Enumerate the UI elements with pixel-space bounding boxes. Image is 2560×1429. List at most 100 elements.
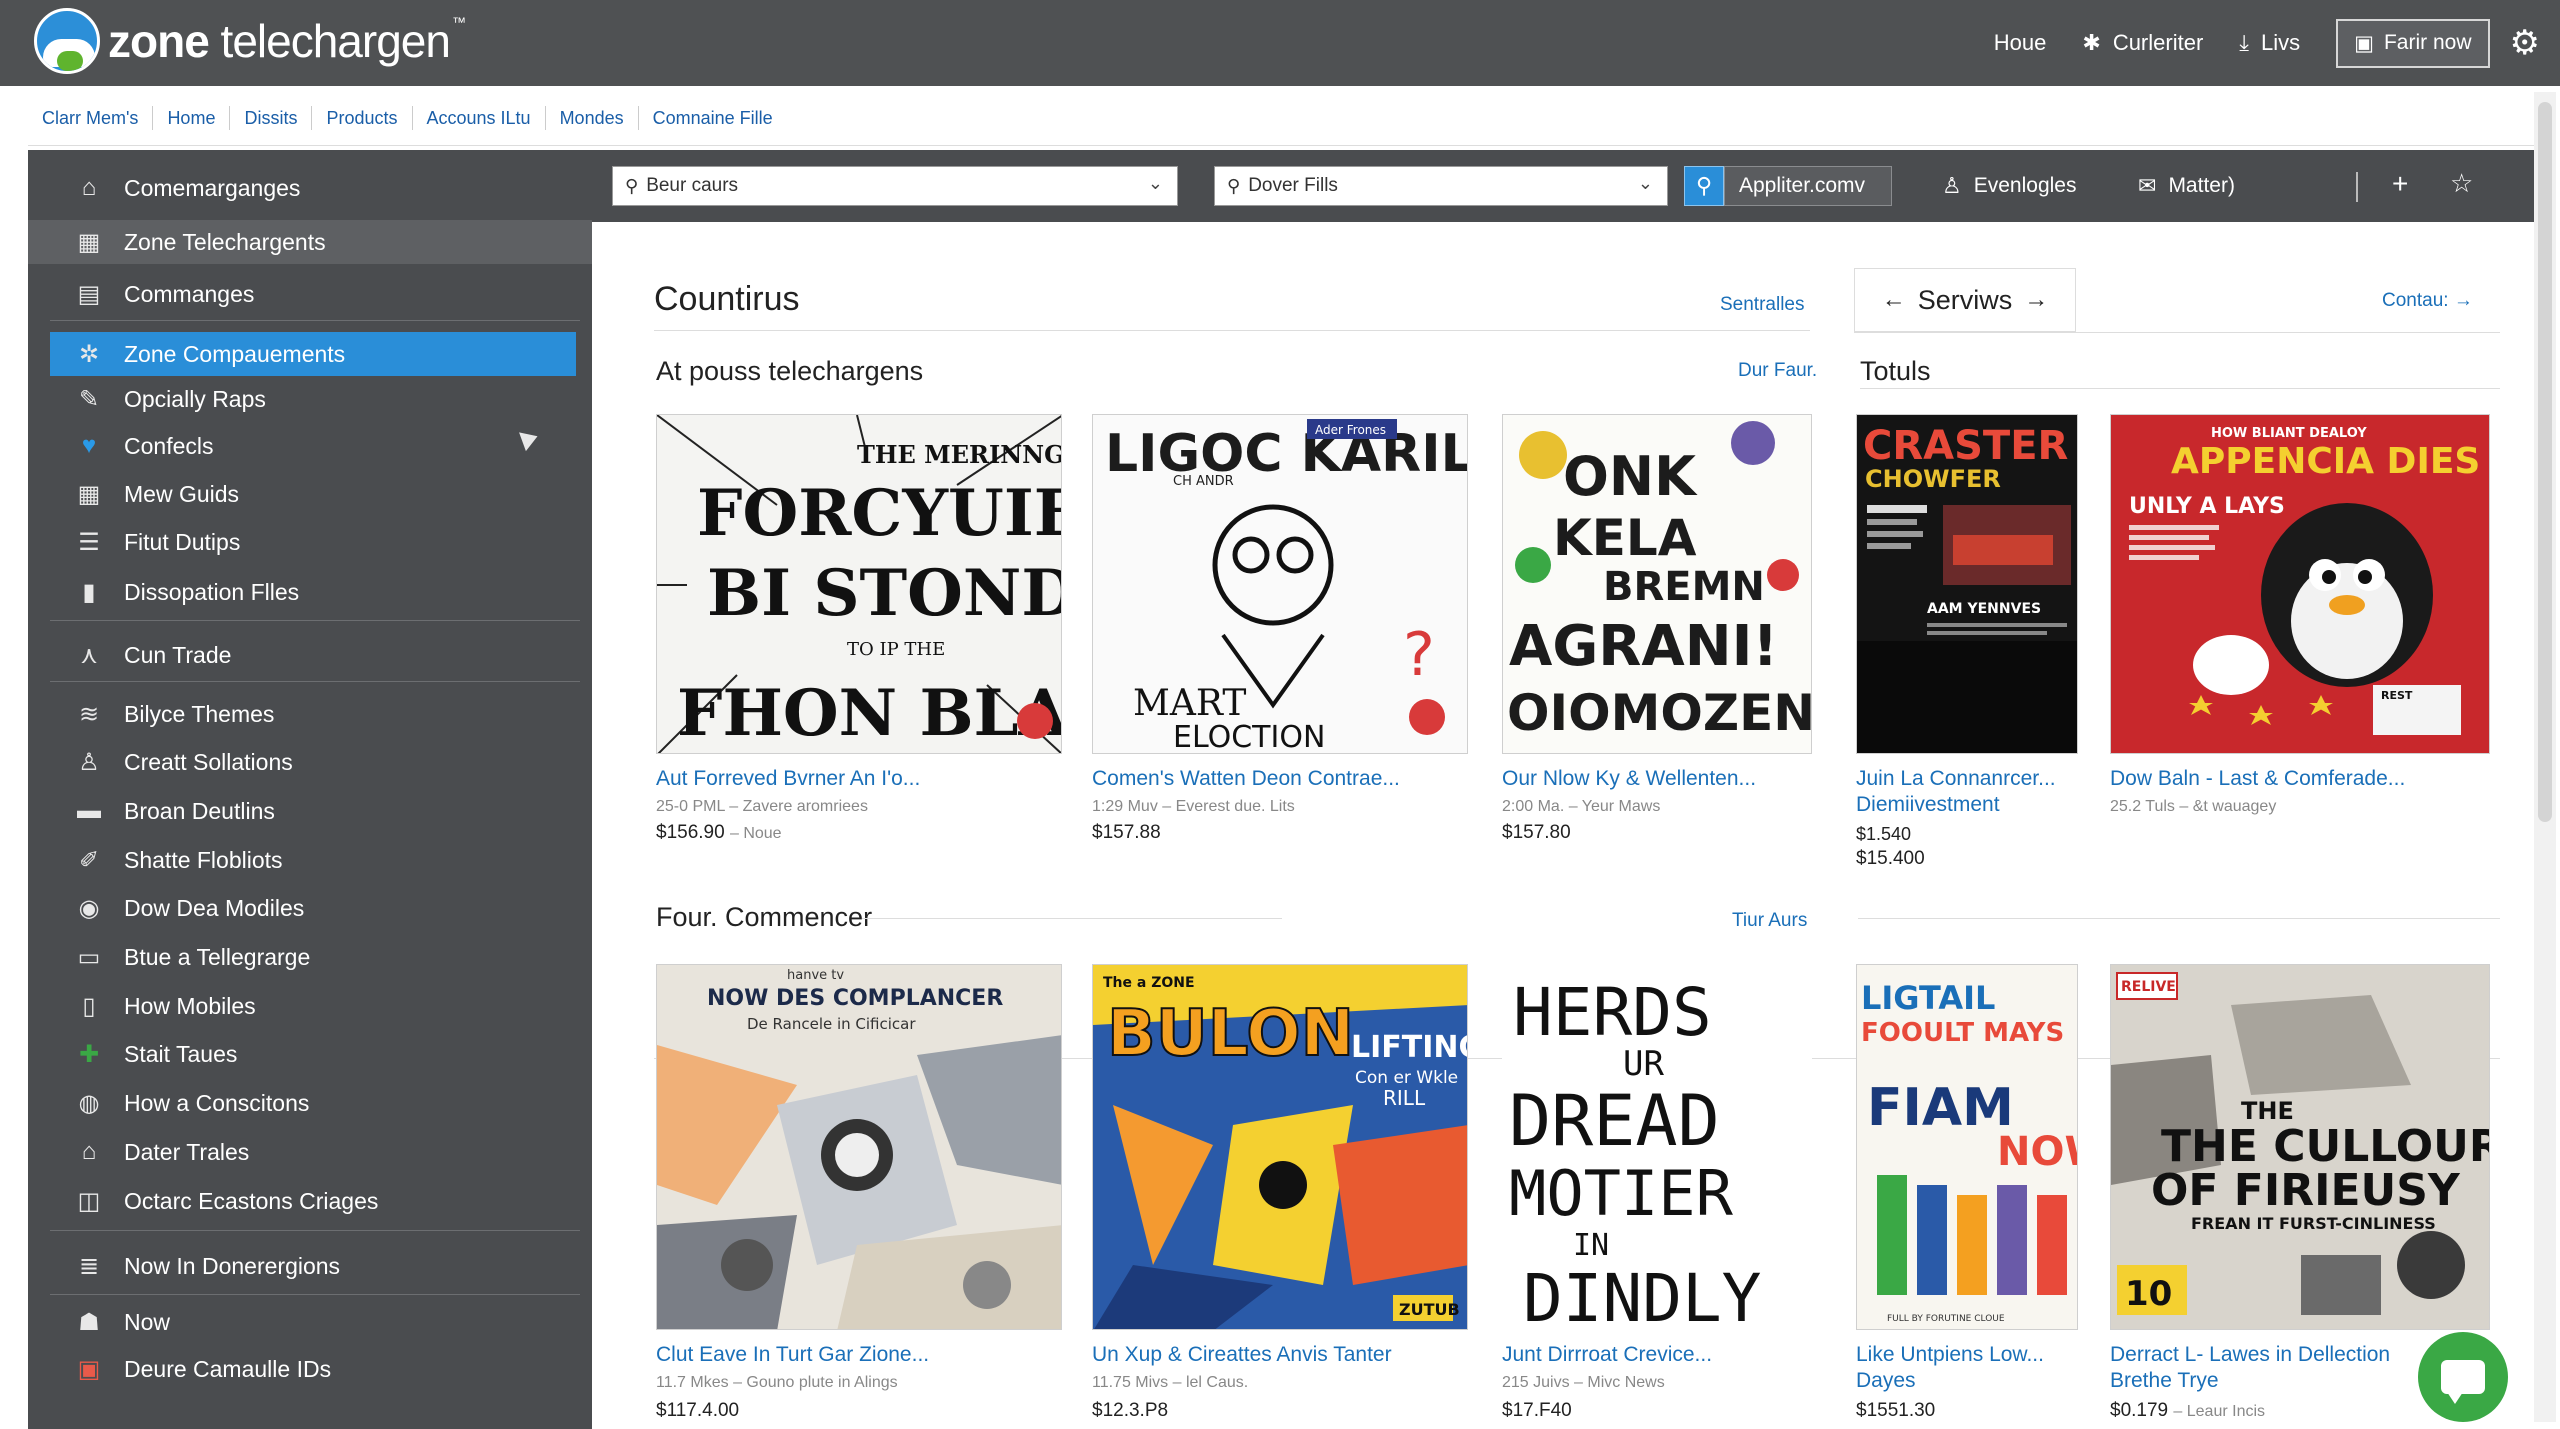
cover-text: ONK bbox=[1563, 445, 1698, 508]
star-icon[interactable]: ☆ bbox=[2450, 168, 2473, 199]
category-select[interactable]: ⚲ Beur caurs ⌄ bbox=[612, 166, 1178, 206]
search-button[interactable]: ⚲ bbox=[1684, 166, 1724, 206]
sidebar-item-octarc-ecastons-criages[interactable]: ◫ Octarc Ecastons Criages bbox=[28, 1179, 592, 1223]
product-cover[interactable]: HERDS UR DREAD MOTIER IN DINDLY bbox=[1502, 964, 1812, 1330]
sidebar-item-comemarganges[interactable]: ⌂ Comemarganges bbox=[28, 166, 592, 210]
filter-select[interactable]: ⚲ Dover Fills ⌄ bbox=[1214, 166, 1668, 206]
logo[interactable]: zone telechargen ™ bbox=[34, 8, 466, 74]
sidebar-item-fitut-dutips[interactable]: ☰ Fitut Dutips bbox=[28, 520, 592, 564]
sidebar-item-broan-deutlins[interactable]: ▬ Broan Deutlins bbox=[28, 789, 592, 833]
subnav-item[interactable]: Comnaine Fille bbox=[639, 106, 787, 130]
product-title[interactable]: Comen's Watten Deon Contrae... bbox=[1092, 766, 1400, 792]
nav-curleriter[interactable]: ✱ Curleriter bbox=[2082, 30, 2203, 56]
featured-button[interactable]: ▣ Farir now bbox=[2336, 18, 2490, 68]
subnav-item[interactable]: Clarr Mem's bbox=[28, 106, 154, 130]
sidebar-item-confecls[interactable]: ♥ Confecls bbox=[28, 424, 592, 468]
scrollbar[interactable] bbox=[2534, 92, 2556, 1422]
cover-text: Con er Wkle bbox=[1355, 1068, 1458, 1088]
section2-link[interactable]: Tiur Aurs bbox=[1732, 910, 1807, 932]
doc-icon: ▭ bbox=[77, 943, 101, 971]
product-meta: 215 Juivs – Mivc News bbox=[1502, 1374, 1665, 1391]
sidebar-item-dater-trales[interactable]: ⌂ Dater Trales bbox=[28, 1130, 592, 1174]
contact-link[interactable]: Contau: → bbox=[2382, 290, 2473, 312]
sidebar-item-deure-camaulle-ids[interactable]: ▣ Deure Camaulle IDs bbox=[28, 1347, 592, 1391]
product-cover[interactable]: RELIVE THE THE CULLOUR OF FIRIEUSY FREAN… bbox=[2110, 964, 2490, 1330]
product-title[interactable]: Aut Forreved Bvrner An I'o... bbox=[656, 766, 920, 792]
section1-link[interactable]: Dur Faur. bbox=[1738, 360, 1817, 382]
sidebar-item-stait-taues[interactable]: ✚ Stait Taues bbox=[28, 1032, 592, 1076]
nav-home[interactable]: Houe bbox=[1994, 30, 2047, 56]
product-title-line2[interactable]: Dayes bbox=[1856, 1368, 1916, 1394]
subnav-item[interactable]: Products bbox=[312, 106, 413, 130]
stack-icon: ≋ bbox=[78, 700, 100, 728]
sidebar-item-commanges[interactable]: ▤ Commanges bbox=[28, 272, 592, 316]
sub-nav: Clarr Mem's Home Dissits Products Accoun… bbox=[28, 98, 787, 138]
toolbar-evenlogles[interactable]: ♙ Evenlogles bbox=[1942, 166, 2076, 206]
product-cover[interactable]: ONK KELA BREMN AGRANI! OIOMOZEN bbox=[1502, 414, 1812, 754]
search-input[interactable]: Appliter.comv bbox=[1724, 166, 1892, 206]
product-cover[interactable]: HOW BLIANT DEALOY APPENCIA DIES UNLY A L… bbox=[2110, 414, 2490, 754]
settings-gear-icon[interactable]: ⚙ bbox=[2510, 23, 2540, 63]
sidebar-item-zone-telechargents[interactable]: ▦ Zone Telechargents bbox=[28, 220, 592, 264]
cover-text: BI STOND bbox=[707, 556, 1062, 631]
toolbar-matter[interactable]: ✉ Matter) bbox=[2138, 166, 2235, 206]
cover-text: FREAN IT FURST-CINLINESS bbox=[2191, 1214, 2436, 1233]
product-meta: 25.2 Tuls – &t wauagey bbox=[2110, 798, 2277, 815]
cover-text: CH ANDR bbox=[1173, 474, 1234, 489]
scrollbar-thumb[interactable] bbox=[2538, 102, 2552, 822]
list-icon: ☰ bbox=[78, 528, 100, 556]
product-title[interactable]: Juin La Connanrcer... bbox=[1856, 766, 2056, 792]
sidebar-item-how-mobiles[interactable]: ▯ How Mobiles bbox=[28, 984, 592, 1028]
product-cover[interactable]: LIGTAIL FOOULT MAYS FIAM NOW FULL BY FOR… bbox=[1856, 964, 2078, 1330]
sidebar-item-shatte-flobliots[interactable]: ✐ Shatte Flobliots bbox=[28, 838, 592, 882]
services-button[interactable]: ← Serviws → bbox=[1854, 268, 2076, 332]
sidebar-item-now-in-donerergions[interactable]: ≣ Now In Donerergions bbox=[28, 1244, 592, 1288]
subnav-item[interactable]: Mondes bbox=[546, 106, 639, 130]
sidebar-item-bilyce-themes[interactable]: ≋ Bilyce Themes bbox=[28, 692, 592, 736]
stack-icon: ≣ bbox=[78, 1252, 100, 1280]
sidebar-item-creatt-sollations[interactable]: ♙ Creatt Sollations bbox=[28, 740, 592, 784]
subnav-item[interactable]: Home bbox=[153, 106, 231, 130]
calculator-icon: ▦ bbox=[77, 480, 101, 508]
product-cover[interactable]: LIGOC KARILE 5 Ader Frones CH ANDR MART … bbox=[1092, 414, 1468, 754]
product-title[interactable]: Un Xup & Cireattes Anvis Tanter bbox=[1092, 1342, 1392, 1368]
product-cover[interactable]: THE MERINNG FORCYUIER BI STOND TO IP THE… bbox=[656, 414, 1062, 754]
page-title: Countirus bbox=[654, 280, 800, 318]
title-link[interactable]: Sentralles bbox=[1720, 294, 1805, 316]
product-title[interactable]: Clut Eave In Turt Gar Zione... bbox=[656, 1342, 929, 1368]
chat-button[interactable] bbox=[2418, 1332, 2508, 1422]
product-title-line2[interactable]: Brethe Trye bbox=[2110, 1368, 2219, 1394]
cover-text: THE MERINNG bbox=[857, 440, 1062, 469]
product-title[interactable]: Our Nlow Ky & Wellenten... bbox=[1502, 766, 1756, 792]
cover-text: FOOULT MAYS bbox=[1861, 1018, 2064, 1048]
add-icon[interactable]: + bbox=[2392, 168, 2408, 200]
cover-text: hanve tv bbox=[787, 968, 844, 983]
divider bbox=[1858, 918, 2500, 919]
product-title[interactable]: Like Untpiens Low... bbox=[1856, 1342, 2044, 1368]
search-icon: ⚲ bbox=[1695, 173, 1713, 198]
sidebar-item-cun-trade[interactable]: ⋏ Cun Trade bbox=[28, 633, 592, 677]
right-section-title: Totuls bbox=[1860, 356, 1931, 386]
section1-title: At pouss telechargens bbox=[656, 356, 924, 386]
sidebar-item-dissopation-flles[interactable]: ▮ Dissopation Flles bbox=[28, 570, 592, 614]
puzzle-icon: ✎ bbox=[78, 385, 100, 413]
sidebar-item-zone-compauements[interactable]: ✲ Zone Compauements bbox=[50, 332, 576, 376]
product-title[interactable]: Dow Baln - Last & Comferade... bbox=[2110, 766, 2405, 792]
sidebar-item-btue-a-tellegrarge[interactable]: ▭ Btue a Tellegrarge bbox=[28, 935, 592, 979]
subnav-item[interactable]: Accouns ILtu bbox=[413, 106, 546, 130]
product-title-line2[interactable]: Diemiivestment bbox=[1856, 792, 2000, 818]
product-title[interactable]: Junt Dirrroat Crevice... bbox=[1502, 1342, 1712, 1368]
gear-icon: ✲ bbox=[78, 340, 100, 368]
sidebar-item-mew-guids[interactable]: ▦ Mew Guids bbox=[28, 472, 592, 516]
product-cover[interactable]: The a ZONE BULON LIFTING Con er Wkle RIL… bbox=[1092, 964, 1468, 1330]
sidebar-item-dow-dea-modiles[interactable]: ◉ Dow Dea Modiles bbox=[28, 886, 592, 930]
sidebar-item-how-a-conscitons[interactable]: ◍ How a Conscitons bbox=[28, 1081, 592, 1125]
sidebar-item-now[interactable]: ☗ Now bbox=[28, 1300, 592, 1344]
product-cover[interactable]: hanve tv NOW DES COMPLANCER De Rancele i… bbox=[656, 964, 1062, 1330]
product-cover[interactable]: CRASTER CHOWFER AAM YENNVES bbox=[1856, 414, 2078, 754]
sidebar-item-opcially-raps[interactable]: ✎ Opcially Raps bbox=[28, 377, 592, 421]
nav-livs[interactable]: ⤓ Livs bbox=[2239, 30, 2300, 56]
product-title[interactable]: Derract L- Lawes in Dellection bbox=[2110, 1342, 2390, 1368]
product-meta: 1:29 Muv – Everest due. Lits bbox=[1092, 798, 1295, 815]
subnav-item[interactable]: Dissits bbox=[230, 106, 313, 130]
